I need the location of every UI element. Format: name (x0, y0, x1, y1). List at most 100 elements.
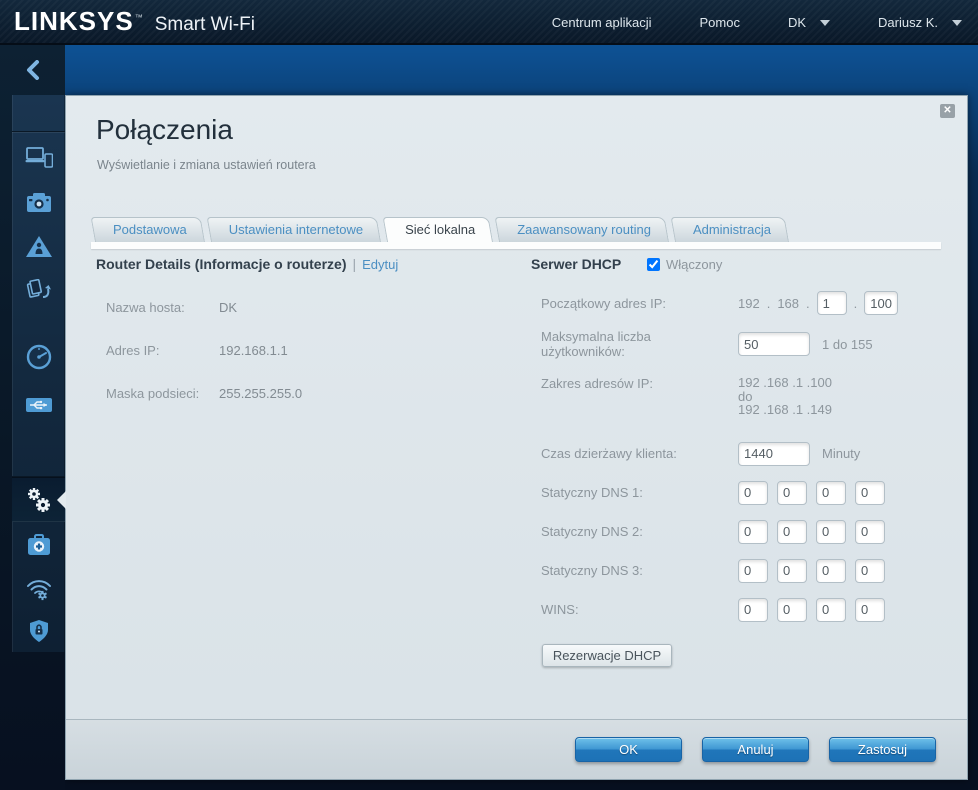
app-center-link[interactable]: Centrum aplikacji (552, 15, 652, 30)
usb-icon (25, 396, 53, 414)
wins-octet4-input[interactable] (855, 598, 885, 622)
ip-address-label: Adres IP: (106, 343, 219, 358)
tab-podstawowa[interactable]: Podstawowa (95, 217, 205, 242)
start-ip-octets: 192 . 168 . . (738, 291, 898, 315)
dns1-octet3-input[interactable] (816, 481, 846, 505)
dns1-octets (738, 481, 885, 505)
close-icon[interactable]: ✕ (940, 104, 955, 118)
devices-icon (25, 146, 53, 168)
sidebar-item-usb-storage[interactable] (12, 383, 65, 427)
dns2-label: Statyczny DNS 2: (541, 524, 738, 539)
max-users-label: Maksymalna liczba użytkowników: (541, 329, 738, 359)
page-title: Połączenia (96, 114, 233, 146)
host-name-label: Nazwa hosta: (106, 300, 219, 315)
dns2-octet1-input[interactable] (738, 520, 768, 544)
lease-time-unit: Minuty (822, 446, 860, 461)
router-name-label: DK (788, 15, 806, 30)
dns3-label: Statyczny DNS 3: (541, 563, 738, 578)
tab-zaawansowany-routing[interactable]: Zaawansowany routing (499, 217, 669, 242)
dhcp-enabled-checkbox[interactable] (647, 258, 660, 271)
edit-link[interactable]: Edytuj (362, 257, 398, 272)
help-link[interactable]: Pomoc (700, 15, 740, 30)
dhcp-reservations-button[interactable]: Rezerwacje DHCP (542, 644, 672, 667)
max-users-input[interactable] (738, 332, 810, 356)
tab-administracja[interactable]: Administracja (675, 217, 789, 242)
brand-logo: LINKSYS™ Smart Wi-Fi (14, 6, 255, 37)
dns3-octet1-input[interactable] (738, 559, 768, 583)
dns1-octet1-input[interactable] (738, 481, 768, 505)
dns2-octet4-input[interactable] (855, 520, 885, 544)
router-details-heading: Router Details (Informacje o routerze) | E… (96, 256, 526, 272)
apply-button[interactable]: Zastosuj (829, 737, 936, 762)
brand-product: Smart Wi-Fi (155, 14, 255, 36)
sidebar-item-connectivity[interactable] (12, 477, 65, 522)
wins-octet3-input[interactable] (816, 598, 846, 622)
tab-siec-lokalna[interactable]: Sieć lokalna (387, 217, 493, 242)
router-dropdown[interactable]: DK (788, 15, 830, 30)
start-ip-octet3-input[interactable] (817, 291, 847, 315)
host-name-value: DK (219, 300, 237, 315)
host-name-row: Nazwa hosta: DK (96, 300, 526, 315)
sidebar-item-parental-controls[interactable] (12, 225, 65, 269)
sidebar-back-button[interactable] (0, 55, 65, 85)
dns2-row: Statyczny DNS 2: (531, 520, 959, 544)
user-name-label: Dariusz K. (878, 15, 938, 30)
ip-range-from: 192 .168 .1 .100 (738, 376, 832, 390)
ip-range-values: 192 .168 .1 .100 do 192 .168 .1 .149 (738, 376, 832, 417)
dhcp-heading-row: Serwer DHCP Włączony (531, 256, 959, 272)
sidebar-item-media[interactable] (12, 181, 65, 225)
cancel-button[interactable]: Anuluj (702, 737, 809, 762)
dhcp-enabled-label: Włączony (666, 257, 722, 272)
sidebar-item-security[interactable] (12, 609, 65, 653)
dns1-label: Statyczny DNS 1: (541, 485, 738, 500)
dns3-octet4-input[interactable] (855, 559, 885, 583)
wins-octet2-input[interactable] (777, 598, 807, 622)
gears-icon (24, 485, 54, 515)
top-nav: Centrum aplikacji Pomoc DK Dariusz K. (552, 0, 978, 45)
dns3-octet3-input[interactable] (816, 559, 846, 583)
brand-trademark: ™ (135, 13, 143, 22)
sidebar-item-prioritization[interactable] (12, 269, 65, 313)
active-item-pointer-icon (57, 491, 66, 509)
router-details-section: Router Details (Informacje o routerze) | E… (96, 256, 526, 401)
subnet-mask-value: 255.255.255.0 (219, 386, 302, 401)
dns2-octets (738, 520, 885, 544)
router-details-title: Router Details (Informacje o routerze) (96, 256, 347, 272)
heading-separator: | (353, 256, 357, 272)
dns3-octet2-input[interactable] (777, 559, 807, 583)
start-ip-octet4-input[interactable] (864, 291, 898, 315)
user-dropdown[interactable]: Dariusz K. (878, 15, 962, 30)
octet-dot: . (854, 296, 858, 311)
dns1-row: Statyczny DNS 1: (531, 481, 959, 505)
sidebar-item-troubleshooting[interactable] (12, 523, 65, 567)
ip-address-value: 192.168.1.1 (219, 343, 288, 358)
lease-time-label: Czas dzierżawy klienta: (541, 446, 738, 461)
dialog-footer: OK Anuluj Zastosuj (66, 719, 967, 779)
warning-triangle-icon (25, 235, 53, 259)
wins-octets (738, 598, 885, 622)
sidebar-item-wireless[interactable] (12, 567, 65, 611)
subnet-mask-label: Maska podsieci: (106, 386, 219, 401)
start-ip-label: Początkowy adres IP: (541, 296, 738, 311)
dns2-octet2-input[interactable] (777, 520, 807, 544)
ok-button[interactable]: OK (575, 737, 682, 762)
sidebar-item-devices[interactable] (12, 135, 65, 179)
dns1-octet2-input[interactable] (777, 481, 807, 505)
ip-range-label: Zakres adresów IP: (541, 376, 738, 391)
sidebar-item-speed-test[interactable] (12, 335, 65, 379)
shield-lock-icon (28, 619, 50, 643)
toolbox-plus-icon (26, 534, 52, 556)
brand-name: LINKSYS (14, 6, 134, 37)
lease-time-input[interactable] (738, 442, 810, 466)
sidebar-divider (12, 131, 65, 132)
subnet-mask-row: Maska podsieci: 255.255.255.0 (96, 386, 526, 401)
sidebar (0, 45, 65, 790)
camera-icon (26, 192, 52, 214)
wins-octet1-input[interactable] (738, 598, 768, 622)
dns2-octet3-input[interactable] (816, 520, 846, 544)
tab-strip-base (91, 242, 941, 249)
dns3-octets (738, 559, 885, 583)
tab-ustawienia-internetowe[interactable]: Ustawienia internetowe (211, 217, 381, 242)
dns1-octet4-input[interactable] (855, 481, 885, 505)
wins-label: WINS: (541, 602, 738, 617)
